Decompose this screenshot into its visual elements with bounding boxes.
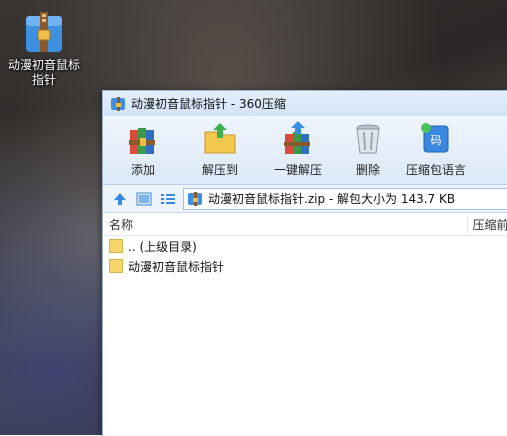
desktop-icon-label: 动漫初音鼠标 指针 — [7, 58, 80, 87]
up-arrow-icon — [114, 192, 126, 205]
up-button[interactable] — [111, 190, 129, 208]
column-compressed[interactable]: 压缩前 — [468, 216, 507, 233]
path-text: 动漫初音鼠标指针.zip - 解包大小为 143.7 KB — [208, 192, 456, 206]
file-list-header: 名称 压缩前 — [103, 213, 507, 236]
address-bar: 动漫初音鼠标指针.zip - 解包大小为 143.7 KB — [103, 185, 507, 213]
password-code-icon: 码 — [421, 123, 449, 153]
list-view-button[interactable] — [159, 190, 177, 208]
list-item-folder[interactable]: 动漫初音鼠标指针 — [103, 256, 507, 276]
one-click-extract-icon — [284, 121, 310, 154]
one-click-extract-button[interactable]: 一键解压 — [257, 120, 339, 178]
one-click-extract-label: 一键解压 — [273, 163, 322, 177]
folder-icon — [109, 239, 123, 253]
delete-button[interactable]: 删除 — [339, 120, 397, 178]
svg-text:码: 码 — [431, 134, 442, 147]
column-name[interactable]: 名称 — [103, 215, 469, 233]
archive-language-button[interactable]: 码 压缩包语言 — [397, 120, 475, 178]
path-field[interactable]: 动漫初音鼠标指针.zip - 解包大小为 143.7 KB — [183, 187, 507, 210]
delete-label: 删除 — [355, 163, 380, 177]
zip-archive-icon — [24, 10, 64, 54]
archive-window: 动漫初音鼠标指针 - 360压缩 添加 解压到 一键解压 删除 码 压缩包语言 … — [102, 90, 507, 436]
extract-to-button[interactable]: 解压到 — [183, 120, 257, 178]
thumbnail-view-icon — [136, 192, 152, 205]
zip-file-icon — [188, 191, 202, 206]
file-list: .. (上级目录) 动漫初音鼠标指针 — [103, 236, 507, 276]
list-view-icon — [161, 193, 175, 204]
folder-icon — [109, 259, 123, 273]
extract-to-label: 解压到 — [201, 163, 238, 177]
window-titlebar[interactable]: 动漫初音鼠标指针 - 360压缩 — [103, 91, 507, 116]
app-icon — [111, 96, 125, 111]
file-name: .. (上级目录) — [128, 239, 197, 254]
archive-language-label: 压缩包语言 — [405, 163, 466, 177]
thumbnail-view-button[interactable] — [135, 190, 153, 208]
desktop-zip-icon[interactable]: 动漫初音鼠标 指针 — [4, 10, 84, 88]
file-name: 动漫初音鼠标指针 — [128, 259, 225, 274]
add-button[interactable]: 添加 — [103, 120, 183, 178]
add-label: 添加 — [130, 163, 155, 177]
list-item-parent-dir[interactable]: .. (上级目录) — [103, 236, 507, 256]
add-books-icon — [129, 128, 155, 154]
trash-icon — [356, 124, 380, 154]
toolbar: 添加 解压到 一键解压 删除 码 压缩包语言 — [103, 116, 507, 185]
window-title: 动漫初音鼠标指针 - 360压缩 — [131, 97, 286, 111]
extract-folder-icon — [204, 123, 236, 154]
